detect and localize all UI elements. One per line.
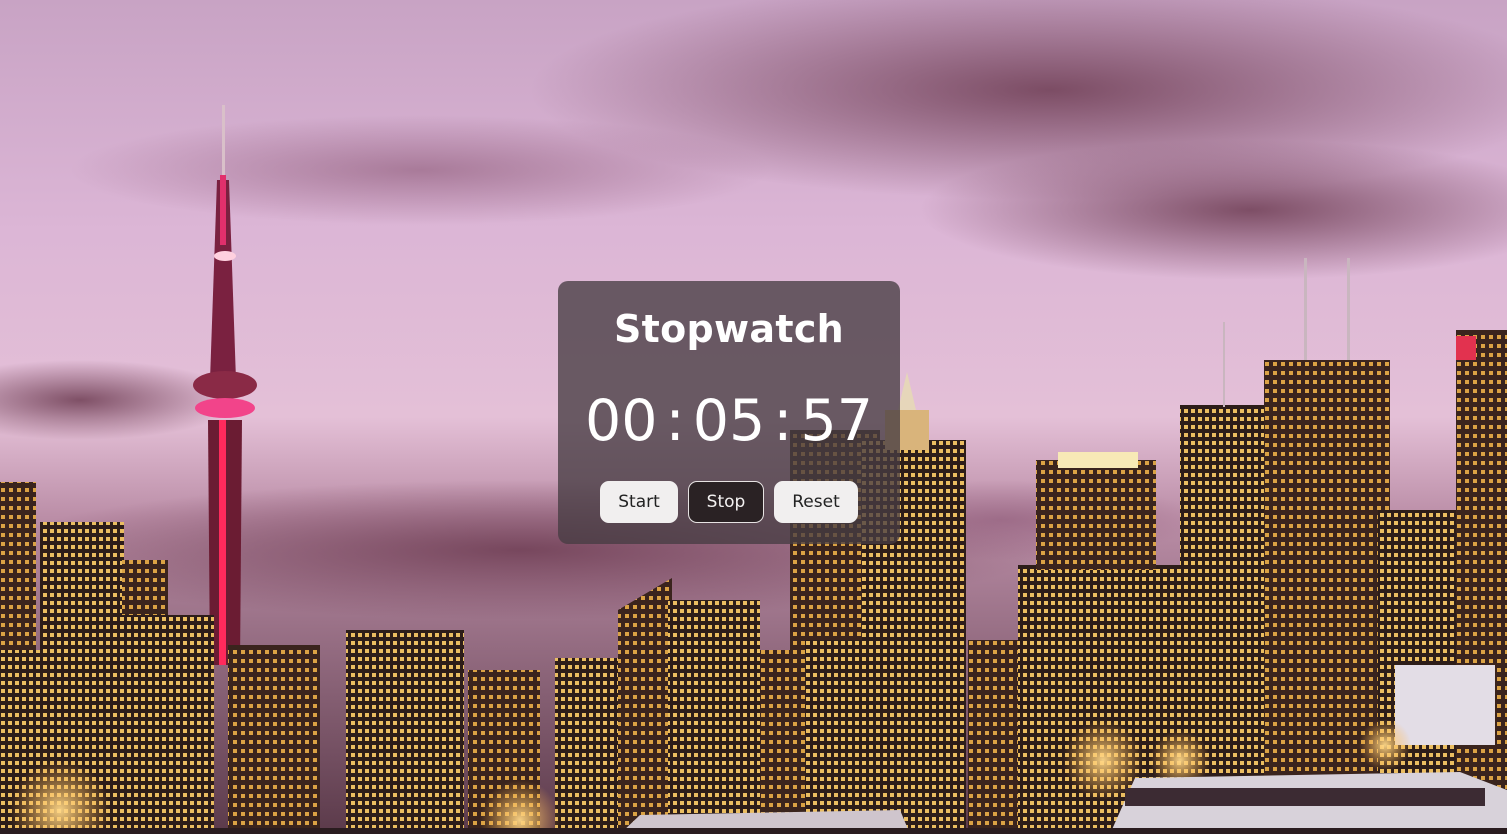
control-buttons: Start Stop Reset [558,481,900,525]
minutes-value: 05 [692,388,766,454]
stopwatch-title: Stopwatch [613,307,845,351]
reset-button[interactable]: Reset [774,481,858,523]
stopwatch-card: Stopwatch 00:05:57 Start Stop Reset [558,281,900,544]
time-display: 00:05:57 [558,389,900,453]
time-separator: : [665,388,685,454]
start-button[interactable]: Start [600,481,678,523]
time-separator: : [773,388,793,454]
seconds-value: 57 [800,388,874,454]
stop-button[interactable]: Stop [688,481,764,523]
hours-value: 00 [584,388,658,454]
